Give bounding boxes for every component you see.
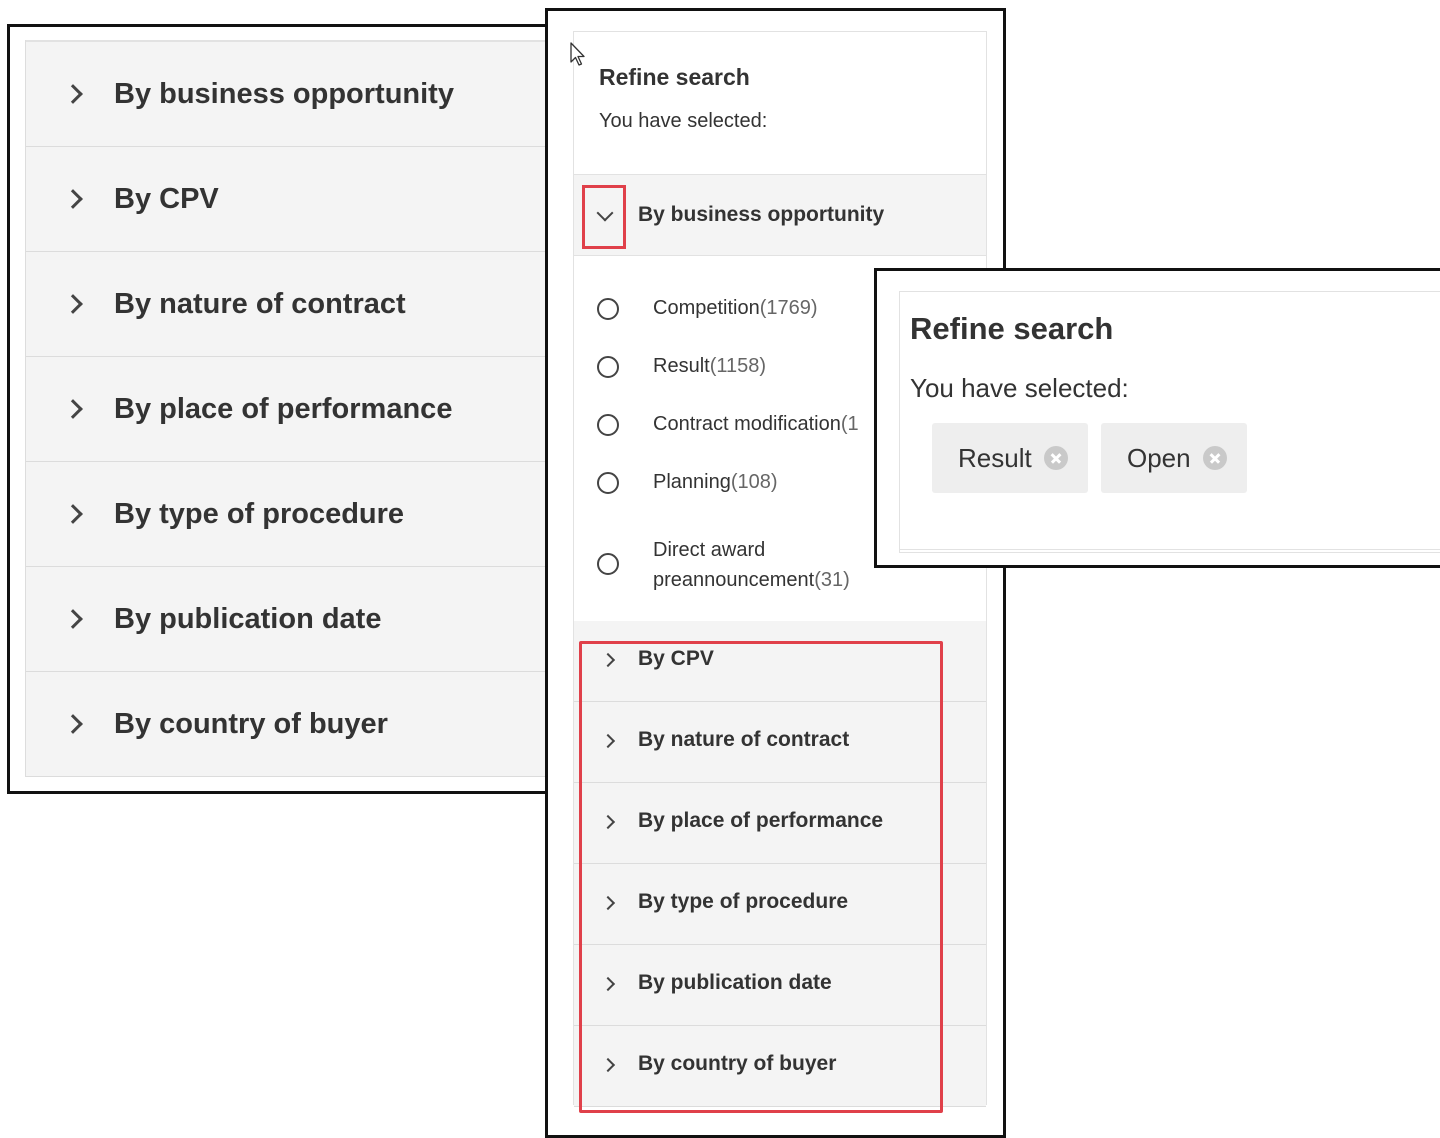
chevron-right-icon: [63, 714, 83, 734]
option-text: Result(1158): [653, 351, 766, 381]
selected-label: You have selected:: [910, 373, 1129, 403]
refine-search-title: Refine search: [599, 64, 750, 90]
facet-label: By business opportunity: [114, 77, 454, 110]
facet-list-panel: By business opportunity By CPV By nature…: [7, 24, 563, 794]
option-count: (1158): [709, 355, 767, 377]
option-label: Direct award: [653, 539, 766, 561]
radio-button[interactable]: [597, 472, 619, 494]
facet-cpv[interactable]: By CPV: [26, 147, 560, 252]
facet-label: By nature of contract: [114, 287, 406, 320]
option-count: (108): [730, 471, 778, 493]
option-text: Competition(1769): [653, 293, 818, 323]
radio-button[interactable]: [597, 553, 619, 575]
option-text: Planning(108): [653, 467, 778, 497]
option-label: Result: [653, 355, 710, 377]
collapse-toggle-highlight[interactable]: [582, 185, 626, 249]
facet-label: By publication date: [114, 602, 382, 635]
chevron-right-icon: [63, 294, 83, 314]
mouse-cursor-icon: [570, 42, 585, 66]
chip-label: Result: [958, 442, 1032, 473]
chip-label: Open: [1127, 442, 1191, 473]
chevron-down-icon: [596, 204, 614, 222]
radio-button[interactable]: [597, 356, 619, 378]
facet-label: By business opportunity: [638, 203, 885, 226]
refine-search-panel-expanded: Refine search You have selected: By busi…: [545, 8, 1006, 1138]
collapsed-facets-highlight: [579, 641, 943, 1113]
facet-label: By CPV: [114, 182, 219, 215]
option-label: Competition: [653, 297, 760, 319]
radio-button[interactable]: [597, 414, 619, 436]
facet-publication-date[interactable]: By publication date: [26, 567, 560, 672]
facet-business-opportunity-header[interactable]: By business opportunity: [574, 174, 986, 256]
selected-label: You have selected:: [599, 110, 768, 132]
option-result[interactable]: Result(1158): [574, 352, 766, 381]
facet-type-of-procedure[interactable]: By type of procedure: [26, 462, 560, 567]
option-label: Contract modification: [653, 413, 841, 435]
facet-label: By place of performance: [114, 392, 453, 425]
filter-chip-result[interactable]: Result: [932, 423, 1088, 493]
facet-list: By business opportunity By CPV By nature…: [25, 40, 560, 777]
divider: [899, 549, 1440, 550]
refine-search-title: Refine search: [910, 311, 1114, 346]
facet-nature-of-contract[interactable]: By nature of contract: [26, 252, 560, 357]
option-count: (1769): [759, 297, 818, 319]
filter-chip-open[interactable]: Open: [1101, 423, 1247, 493]
option-count: (1: [840, 413, 859, 435]
facet-place-of-performance[interactable]: By place of performance: [26, 357, 560, 462]
option-text: Direct award preannouncement(31): [653, 535, 850, 595]
chevron-right-icon: [63, 84, 83, 104]
facet-business-opportunity[interactable]: By business opportunity: [26, 42, 560, 147]
chevron-right-icon: [63, 189, 83, 209]
remove-chip-icon[interactable]: [1202, 446, 1227, 470]
remove-chip-icon[interactable]: [1043, 446, 1068, 470]
facet-country-of-buyer[interactable]: By country of buyer: [26, 672, 560, 777]
refine-search-selected-panel: Refine search You have selected: Result …: [874, 268, 1440, 568]
facet-label: By country of buyer: [114, 707, 388, 740]
option-count: (31): [814, 569, 850, 591]
chevron-right-icon: [63, 504, 83, 524]
option-planning[interactable]: Planning(108): [574, 468, 778, 497]
chevron-right-icon: [63, 399, 83, 419]
option-direct-award[interactable]: Direct award preannouncement(31): [574, 535, 850, 595]
chevron-right-icon: [63, 609, 83, 629]
facet-label: By type of procedure: [114, 497, 405, 530]
radio-button[interactable]: [597, 298, 619, 320]
option-competition[interactable]: Competition(1769): [574, 294, 818, 323]
option-label: preannouncement: [653, 569, 815, 591]
option-contract-modification[interactable]: Contract modification(1: [574, 410, 859, 439]
option-text: Contract modification(1: [653, 409, 859, 439]
option-label: Planning: [653, 471, 731, 493]
